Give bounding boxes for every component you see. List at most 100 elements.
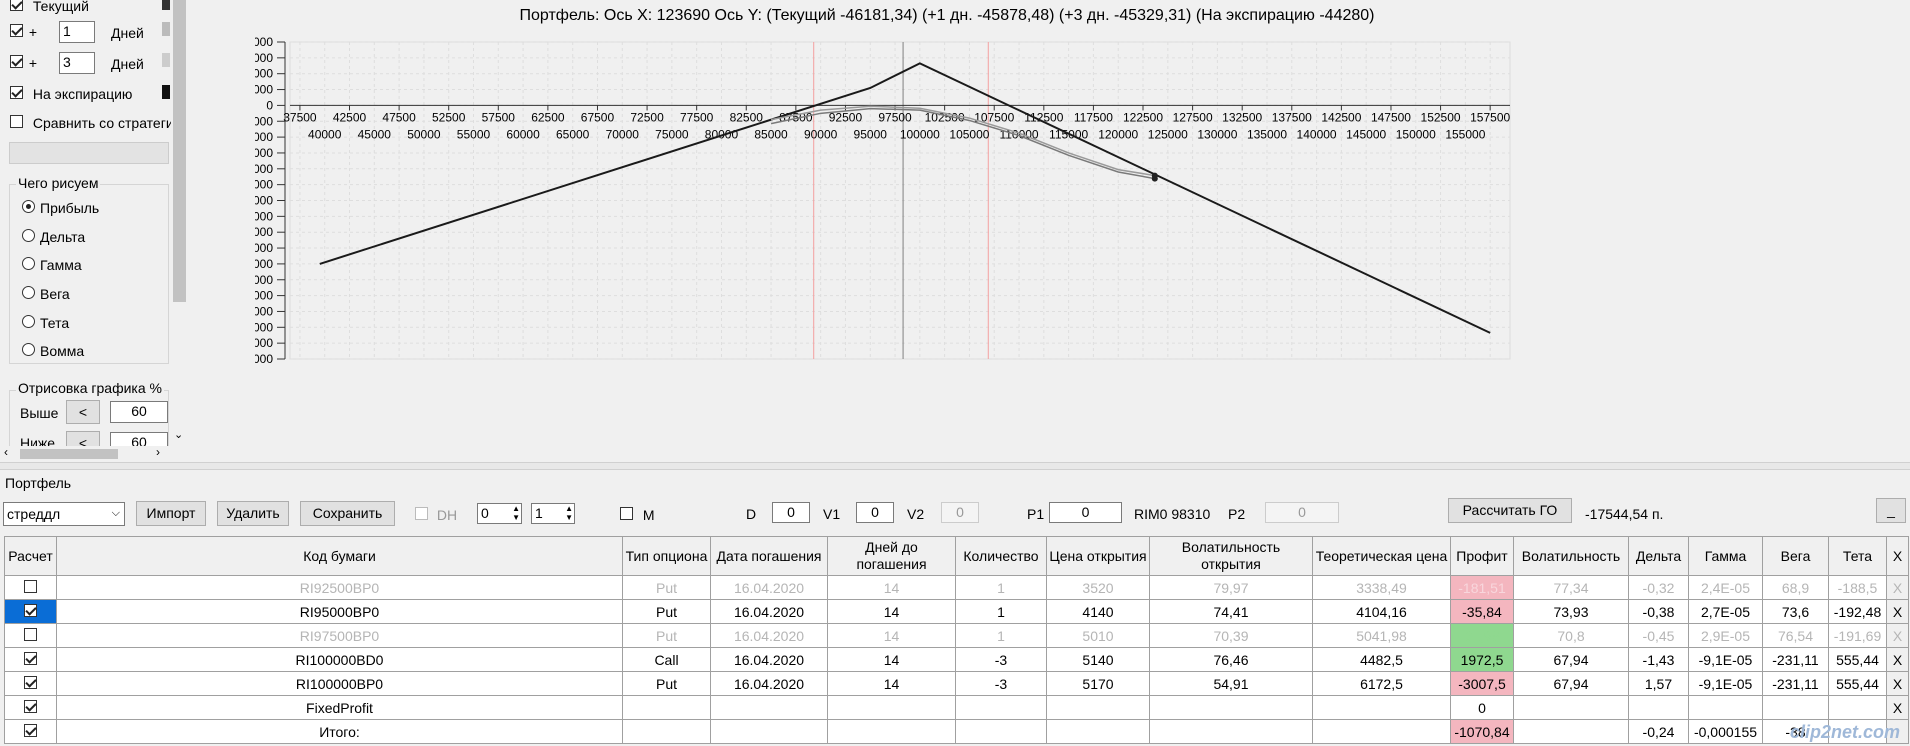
column-header[interactable]: Тета bbox=[1828, 536, 1887, 576]
column-header[interactable]: X bbox=[1886, 536, 1909, 576]
delete-button[interactable]: Удалить bbox=[217, 501, 289, 526]
left-vscroll-thumb[interactable] bbox=[173, 0, 186, 302]
left-hscroll-thumb[interactable] bbox=[20, 449, 118, 459]
expiry-checkbox[interactable] bbox=[10, 86, 23, 99]
v2-input[interactable]: 0 bbox=[941, 502, 979, 523]
column-header[interactable]: Дельта bbox=[1628, 536, 1689, 576]
row-calc-cell[interactable] bbox=[4, 719, 57, 744]
row-calc-cell[interactable] bbox=[4, 575, 57, 600]
mode-vega[interactable]: Вега bbox=[22, 286, 70, 302]
expiry-color-swatch[interactable] bbox=[162, 85, 170, 99]
mode-delta[interactable]: Дельта bbox=[22, 229, 85, 245]
row-calc-cell[interactable] bbox=[4, 599, 57, 624]
d-input[interactable]: 0 bbox=[772, 502, 810, 523]
spin1-input[interactable]: 0 ▲ ▼ bbox=[477, 503, 522, 524]
column-header[interactable]: Теоретическая цена bbox=[1312, 536, 1451, 576]
above-decrease-button[interactable]: < bbox=[66, 400, 100, 424]
column-header[interactable]: Тип опциона bbox=[622, 536, 711, 576]
table-row[interactable]: RI100000BP0 Put 16.04.2020 14 -3 5170 54,91 617… bbox=[4, 671, 1909, 696]
plus3-color-swatch[interactable] bbox=[162, 53, 170, 67]
table-row[interactable]: RI95000BP0 Put 16.04.2020 14 1 4140 74,41 4104,… bbox=[4, 599, 1909, 624]
table-row[interactable]: Итого: -1070,84 -0,24 -0,000155 -38 bbox=[4, 719, 1909, 744]
dh-checkbox[interactable] bbox=[415, 507, 428, 520]
scroll-left-arrow-icon[interactable]: ‹ bbox=[4, 445, 8, 459]
column-header[interactable]: Волатильность bbox=[1513, 536, 1629, 576]
column-header[interactable]: Дата погашения bbox=[710, 536, 828, 576]
spin2-arrows-icon[interactable]: ▲ ▼ bbox=[565, 504, 573, 522]
x-tick-label-bottom: 100000 bbox=[900, 127, 940, 141]
mode-gamma[interactable]: Гамма bbox=[22, 257, 82, 273]
row-calc-checkbox[interactable] bbox=[24, 603, 37, 617]
table-row[interactable]: RI92500BP0 Put 16.04.2020 14 1 3520 79,97 3338,… bbox=[4, 575, 1909, 600]
p1-input[interactable]: 0 bbox=[1049, 502, 1122, 523]
above-value-input[interactable]: 60 bbox=[110, 401, 168, 423]
p2-input[interactable]: 0 bbox=[1265, 502, 1339, 523]
row-delete-cell[interactable]: X bbox=[1886, 599, 1909, 624]
plus1-color-swatch[interactable] bbox=[162, 22, 170, 36]
strategy-select[interactable]: стреддл ⌵ bbox=[3, 502, 125, 526]
plus1-checkbox[interactable] bbox=[10, 24, 23, 37]
mode-vega-radio[interactable] bbox=[22, 286, 35, 299]
v1-input[interactable]: 0 bbox=[856, 502, 894, 523]
row-calc-checkbox[interactable] bbox=[24, 699, 37, 713]
table-cell: -9,1E-05 bbox=[1688, 647, 1763, 672]
row-calc-cell[interactable] bbox=[4, 695, 57, 720]
row-delete-cell[interactable]: X bbox=[1886, 647, 1909, 672]
mode-profit[interactable]: Прибыль bbox=[22, 200, 99, 216]
spin1-arrows-icon[interactable]: ▲ ▼ bbox=[512, 504, 520, 522]
panel-splitter[interactable] bbox=[0, 462, 1910, 470]
compare-checkbox[interactable] bbox=[10, 115, 23, 128]
left-horizontal-scrollbar[interactable]: ‹ › bbox=[0, 445, 171, 462]
mode-vomma-radio[interactable] bbox=[22, 343, 35, 356]
scroll-down-arrow-icon[interactable]: ⌄ bbox=[174, 428, 183, 441]
mode-vomma[interactable]: Вомма bbox=[22, 343, 84, 359]
current-color-swatch[interactable] bbox=[162, 0, 170, 10]
column-header[interactable]: Профит bbox=[1450, 536, 1514, 576]
column-header[interactable]: Волатильность открытия bbox=[1149, 536, 1313, 576]
column-header[interactable]: Расчет bbox=[4, 536, 57, 576]
column-header[interactable]: Дней до погашения bbox=[827, 536, 956, 576]
table-row[interactable]: FixedProfit 0 X bbox=[4, 695, 1909, 720]
column-header[interactable]: Вега bbox=[1762, 536, 1829, 576]
spin2-input[interactable]: 1 ▲ ▼ bbox=[531, 503, 575, 524]
row-calc-cell[interactable] bbox=[4, 671, 57, 696]
current-checkbox[interactable] bbox=[10, 0, 23, 11]
row-delete-cell[interactable]: X bbox=[1886, 623, 1909, 648]
column-header[interactable]: Количество bbox=[955, 536, 1047, 576]
column-header[interactable]: Гамма bbox=[1688, 536, 1763, 576]
row-calc-cell[interactable] bbox=[4, 623, 57, 648]
mode-gamma-radio[interactable] bbox=[22, 257, 35, 270]
row-calc-checkbox[interactable] bbox=[24, 651, 37, 665]
row-calc-cell[interactable] bbox=[4, 647, 57, 672]
calculate-go-button[interactable]: Рассчитать ГО bbox=[1448, 498, 1572, 523]
column-header[interactable]: Код бумаги bbox=[56, 536, 623, 576]
scroll-right-arrow-icon[interactable]: › bbox=[156, 445, 160, 459]
minimize-button[interactable]: _ bbox=[1876, 498, 1906, 523]
profit-chart[interactable]: Портфель: Ось X: 123690 Ось Y: (Текущий … bbox=[229, 0, 1910, 462]
import-button[interactable]: Импорт bbox=[136, 501, 206, 526]
plus1-days-input[interactable]: 1 bbox=[59, 21, 95, 43]
mode-theta-radio[interactable] bbox=[22, 315, 35, 328]
row-delete-cell[interactable]: X bbox=[1886, 575, 1909, 600]
table-row[interactable]: RI100000BD0 Call 16.04.2020 14 -3 5140 76,46 44… bbox=[4, 647, 1909, 672]
table-cell: 14 bbox=[827, 599, 956, 624]
row-calc-checkbox[interactable] bbox=[24, 675, 37, 689]
current-row[interactable]: Текущий bbox=[10, 0, 89, 14]
mode-theta[interactable]: Тета bbox=[22, 315, 69, 331]
save-button[interactable]: Сохранить bbox=[300, 501, 395, 526]
plus3-days-label: Дней bbox=[111, 56, 144, 72]
plus3-days-input[interactable]: 3 bbox=[59, 52, 95, 74]
row-calc-checkbox[interactable] bbox=[24, 627, 37, 641]
column-header[interactable]: Цена открытия bbox=[1046, 536, 1150, 576]
m-checkbox[interactable] bbox=[620, 507, 633, 520]
plus3-checkbox[interactable] bbox=[10, 55, 23, 68]
table-row[interactable]: RI97500BP0 Put 16.04.2020 14 1 5010 70,39 5041,… bbox=[4, 623, 1909, 648]
row-calc-checkbox[interactable] bbox=[24, 579, 37, 593]
mode-delta-radio[interactable] bbox=[22, 229, 35, 242]
left-vertical-scrollbar[interactable]: ⌄ bbox=[171, 0, 188, 446]
row-calc-checkbox[interactable] bbox=[24, 723, 37, 737]
mode-profit-radio[interactable] bbox=[22, 200, 35, 213]
row-delete-cell[interactable]: X bbox=[1886, 671, 1909, 696]
compare-strategy-select[interactable] bbox=[9, 142, 169, 164]
row-delete-cell[interactable]: X bbox=[1886, 695, 1909, 720]
